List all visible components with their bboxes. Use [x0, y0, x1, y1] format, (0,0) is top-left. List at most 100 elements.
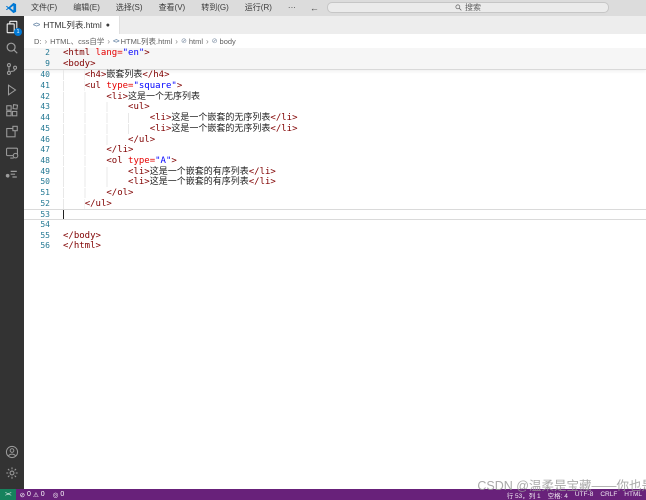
sticky-line-9[interactable]: 9<body> — [24, 59, 646, 70]
token-tag: </li> — [270, 124, 297, 134]
token-tag: </html> — [63, 241, 101, 251]
tab-label: HTML列表.html — [43, 19, 102, 31]
sticky-line-2[interactable]: 2<html lang="en"> — [24, 48, 646, 59]
menu-item-2[interactable]: 选择(S) — [108, 0, 151, 16]
code-line-51[interactable]: 51 </ol> — [24, 188, 646, 199]
code-line-50[interactable]: 50 <li>这是一个嵌套的有序列表</li> — [24, 177, 646, 188]
breadcrumb-separator: › — [206, 37, 209, 46]
indent-guides — [63, 145, 106, 155]
status-right-item-4[interactable]: HTML — [624, 491, 642, 498]
run-debug-icon[interactable] — [0, 79, 24, 100]
menu-item-4[interactable]: 转到(G) — [193, 0, 237, 16]
line-number: 43 — [24, 102, 54, 113]
token-tag: <li> — [128, 167, 150, 177]
breadcrumb-item-2[interactable]: <>HTML列表.html — [113, 36, 172, 47]
code-line-content — [63, 210, 64, 219]
breadcrumb-item-4[interactable]: ⊘body — [212, 37, 236, 46]
title-bar: 文件(F)编辑(E)选择(S)查看(V)转到(G)运行(R)··· ← → 搜索 — [0, 0, 646, 16]
code-line-content: </body> — [63, 231, 101, 242]
token-tag: <li> — [150, 113, 172, 123]
indent-guides — [63, 113, 150, 123]
warning-count: 0 — [41, 491, 45, 498]
code-line-44[interactable]: 44 <li>这是一个嵌套的无序列表</li> — [24, 113, 646, 124]
line-number: 52 — [24, 199, 54, 210]
menu-item-3[interactable]: 查看(V) — [151, 0, 194, 16]
activity-bar: 1 — [0, 16, 24, 489]
token-txt: 这是一个嵌套的无序列表 — [171, 124, 270, 134]
source-control-icon[interactable] — [0, 58, 24, 79]
remote-indicator[interactable]: >< — [0, 489, 16, 500]
code-line-40[interactable]: 40 <h4>嵌套列表</h4> — [24, 70, 646, 81]
tab-html-list-file[interactable]: <> HTML列表.html ● — [24, 16, 120, 34]
status-right-item-0[interactable]: 行 53，列 1 — [507, 490, 541, 500]
code-line-49[interactable]: 49 <li>这是一个嵌套的有序列表</li> — [24, 167, 646, 178]
account-icon[interactable] — [0, 441, 24, 462]
extension-misc-icon[interactable] — [0, 163, 24, 184]
settings-gear-icon[interactable] — [0, 462, 24, 483]
menu-item-1[interactable]: 编辑(E) — [65, 0, 108, 16]
token-tag: </ol> — [106, 188, 133, 198]
editor-group: <> HTML列表.html ● D:›HTML、css自学›<>HTML列表.… — [24, 16, 646, 489]
explorer-badge: 1 — [14, 28, 22, 36]
code-line-content: </ul> — [63, 199, 112, 210]
status-extra-indicator[interactable]: ◎ 0 — [49, 491, 69, 499]
token-tag: <html — [63, 48, 96, 58]
line-number: 45 — [24, 124, 54, 135]
code-line-56[interactable]: 56</html> — [24, 241, 646, 252]
dirty-indicator-icon[interactable]: ● — [106, 22, 110, 29]
command-center-search[interactable]: 搜索 — [327, 2, 609, 13]
menu-item-5[interactable]: 运行(R) — [237, 0, 280, 16]
token-tag: <li> — [106, 92, 128, 102]
token-tag: <ul — [85, 81, 107, 91]
code-line-41[interactable]: 41 <ul type="square"> — [24, 81, 646, 92]
menu-item-0[interactable]: 文件(F) — [23, 0, 65, 16]
preview-icon[interactable] — [0, 121, 24, 142]
html-file-icon: <> — [33, 22, 39, 29]
breadcrumb-item-3[interactable]: ⊘html — [181, 37, 203, 46]
menu-item-6[interactable]: ··· — [280, 0, 304, 16]
error-count: 0 — [27, 491, 31, 498]
code-line-53[interactable]: 53 — [24, 209, 646, 220]
code-line-48[interactable]: 48 <ol type="A"> — [24, 156, 646, 167]
token-str: "en" — [123, 48, 145, 58]
code-line-content: <ul type="square"> — [63, 81, 182, 92]
problems-indicator[interactable]: ⊘ 0 ⚠ 0 — [16, 491, 49, 499]
code-line-46[interactable]: 46 </ul> — [24, 135, 646, 146]
code-editor[interactable]: 40 <h4>嵌套列表</h4>41 <ul type="square">42 … — [24, 70, 646, 252]
code-line-55[interactable]: 55</body> — [24, 231, 646, 242]
code-line-content: </ul> — [63, 135, 155, 146]
token-str: "A" — [155, 156, 171, 166]
line-number: 40 — [24, 70, 54, 81]
breadcrumb-label: D: — [34, 37, 42, 46]
breadcrumb-item-1[interactable]: HTML、css自学 — [50, 36, 104, 47]
code-line-43[interactable]: 43 <ul> — [24, 102, 646, 113]
explorer-icon[interactable]: 1 — [0, 16, 24, 37]
search-icon[interactable] — [0, 37, 24, 58]
code-line-content: <ul> — [63, 102, 150, 113]
remote-explorer-icon[interactable] — [0, 142, 24, 163]
html-file-icon: <> — [113, 38, 119, 45]
code-line-45[interactable]: 45 <li>这是一个嵌套的无序列表</li> — [24, 124, 646, 135]
code-line-54[interactable]: 54 — [24, 220, 646, 231]
code-line-52[interactable]: 52 </ul> — [24, 199, 646, 210]
status-right-item-3[interactable]: CRLF — [600, 491, 617, 498]
status-right-item-1[interactable]: 空格: 4 — [548, 490, 568, 500]
breadcrumb-item-0[interactable]: D: — [34, 37, 42, 46]
indent-guides — [63, 188, 106, 198]
indent-guides — [63, 124, 150, 134]
token-tag: </ul> — [128, 135, 155, 145]
extensions-icon[interactable] — [0, 100, 24, 121]
code-line-content: <html lang="en"> — [63, 48, 150, 59]
nav-back-arrow[interactable]: ← — [304, 3, 325, 13]
code-line-42[interactable]: 42 <li>这是一个无序列表 — [24, 92, 646, 103]
status-right-item-2[interactable]: UTF-8 — [575, 491, 593, 498]
code-line-content: <li>这是一个嵌套的有序列表</li> — [63, 177, 276, 188]
token-str: "square" — [133, 81, 176, 91]
line-number: 50 — [24, 177, 54, 188]
indent-guides — [63, 156, 106, 166]
sticky-scroll[interactable]: 2<html lang="en">9<body> — [24, 48, 646, 70]
code-line-content: <li>这是一个无序列表 — [63, 92, 200, 103]
symbol-icon: ⊘ — [181, 37, 187, 45]
code-line-47[interactable]: 47 </li> — [24, 145, 646, 156]
line-number: 9 — [24, 59, 54, 70]
